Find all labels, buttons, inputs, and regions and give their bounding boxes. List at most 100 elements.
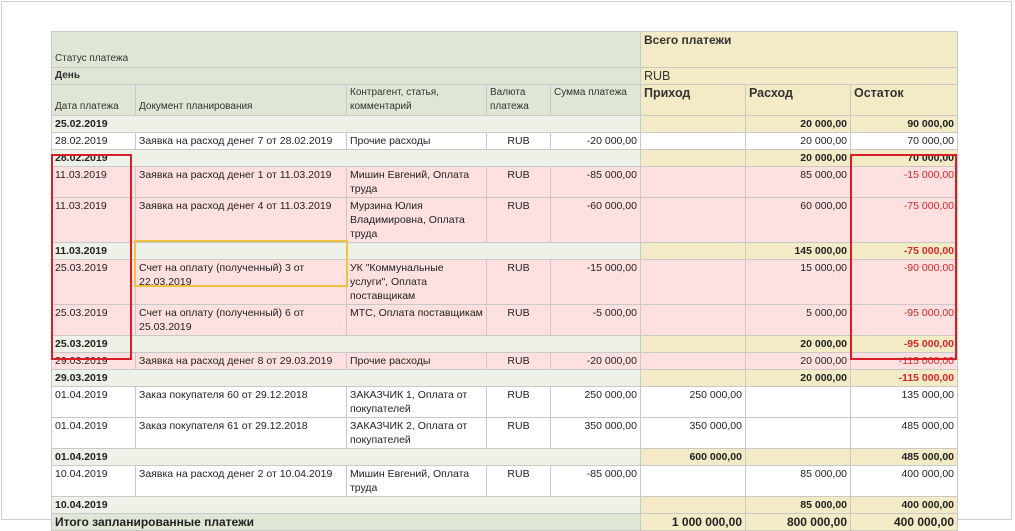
group-row[interactable]: 28.02.2019 20 000,00 70 000,00 (51, 149, 959, 167)
group-income (640, 369, 746, 387)
counterparty-cell: ЗАКАЗЧИК 1, Оплата от покупателей (346, 386, 487, 418)
payment-date[interactable]: 10.04.2019 (51, 465, 136, 497)
group-balance: 400 000,00 (849, 496, 959, 514)
amount-cell: 250 000,00 (550, 386, 641, 418)
balance-cell: -90 000,00 (849, 259, 959, 305)
payment-date[interactable]: 29.03.2019 (51, 352, 136, 370)
col-header-expense[interactable]: Расход (745, 84, 851, 116)
planning-document-link[interactable]: Заявка на расход денег 8 от 29.03.2019 (135, 352, 347, 370)
expense-cell: 20 000,00 (745, 132, 851, 150)
total-row: Итого запланированные платежи 1 000 000,0… (51, 513, 959, 531)
payment-date[interactable]: 01.04.2019 (51, 386, 136, 418)
amount-cell: -20 000,00 (550, 132, 641, 150)
balance-cell: -115 000,00 (849, 352, 959, 370)
payment-row[interactable]: 29.03.2019 Заявка на расход денег 8 от 29… (51, 352, 959, 370)
col-header-amount[interactable]: Сумма платежа (550, 84, 641, 116)
planning-document-link[interactable]: Счет на оплату (полученный) 3 от 22.03.2… (135, 259, 347, 305)
amount-cell: -60 000,00 (550, 197, 641, 243)
planning-document-link[interactable]: Заявка на расход денег 7 от 28.02.2019 (135, 132, 347, 150)
group-balance: 485 000,00 (849, 448, 959, 466)
balance-cell: -95 000,00 (849, 304, 959, 336)
counterparty-cell: ЗАКАЗЧИК 2, Оплата от покупателей (346, 417, 487, 449)
balance-cell: 135 000,00 (849, 386, 959, 418)
payment-date[interactable]: 01.04.2019 (51, 417, 136, 449)
col-header-document[interactable]: Документ планирования (135, 84, 347, 116)
group-income: 600 000,00 (640, 448, 746, 466)
group-row[interactable]: 29.03.2019 20 000,00 -115 000,00 (51, 369, 959, 387)
group-expense: 20 000,00 (745, 369, 851, 387)
counterparty-cell: Мурзина Юлия Владимировна, Оплата труда (346, 197, 487, 243)
expense-cell: 5 000,00 (745, 304, 851, 336)
col-header-counterparty[interactable]: Контрагент, статья, комментарий (346, 84, 487, 116)
counterparty-cell: Мишин Евгений, Оплата труда (346, 166, 487, 198)
payment-row[interactable]: 11.03.2019 Заявка на расход денег 4 от 11… (51, 197, 959, 243)
group-date: 11.03.2019 (51, 242, 641, 260)
amount-cell: -85 000,00 (550, 166, 641, 198)
group-date: 28.02.2019 (51, 149, 641, 167)
group-expense: 145 000,00 (745, 242, 851, 260)
currency-cell: RUB (486, 197, 551, 243)
group-income (640, 149, 746, 167)
counterparty-cell: Мишин Евгений, Оплата труда (346, 465, 487, 497)
payment-row[interactable]: 01.04.2019 Заказ покупателя 61 от 29.12.2… (51, 417, 959, 449)
counterparty-cell: Прочие расходы (346, 132, 487, 150)
expense-cell (745, 417, 851, 449)
income-cell: 350 000,00 (640, 417, 746, 449)
payment-date[interactable]: 25.03.2019 (51, 259, 136, 305)
payment-date[interactable]: 28.02.2019 (51, 132, 136, 150)
income-cell (640, 166, 746, 198)
currency-cell: RUB (486, 465, 551, 497)
col-header-date[interactable]: Дата платежа (51, 84, 136, 116)
expense-cell: 85 000,00 (745, 166, 851, 198)
payment-date[interactable]: 25.03.2019 (51, 304, 136, 336)
planning-document-link[interactable]: Заказ покупателя 61 от 29.12.2018 (135, 417, 347, 449)
group-balance: 90 000,00 (849, 115, 959, 133)
planning-document-link[interactable]: Заявка на расход денег 4 от 11.03.2019 (135, 197, 347, 243)
currency-cell: RUB (486, 386, 551, 418)
currency-header: RUB (639, 67, 959, 85)
payment-date[interactable]: 11.03.2019 (51, 197, 136, 243)
group-row[interactable]: 25.03.2019 20 000,00 -95 000,00 (51, 335, 959, 353)
col-header-income[interactable]: Приход (640, 84, 746, 116)
counterparty-cell: МТС, Оплата поставщикам (346, 304, 487, 336)
group-row[interactable]: 01.04.2019 600 000,00 485 000,00 (51, 448, 959, 466)
planning-document-link[interactable]: Заявка на расход денег 2 от 10.04.2019 (135, 465, 347, 497)
payment-row[interactable]: 01.04.2019 Заказ покупателя 60 от 29.12.2… (51, 386, 959, 418)
group-income (640, 335, 746, 353)
amount-cell: -15 000,00 (550, 259, 641, 305)
payment-row[interactable]: 10.04.2019 Заявка на расход денег 2 от 10… (51, 465, 959, 497)
group-income (640, 242, 746, 260)
payment-row[interactable]: 25.03.2019 Счет на оплату (полученный) 3 … (51, 259, 959, 305)
planning-document-link[interactable]: Счет на оплату (полученный) 6 от 25.03.2… (135, 304, 347, 336)
counterparty-cell: Прочие расходы (346, 352, 487, 370)
group-row[interactable]: 25.02.2019 20 000,00 90 000,00 (51, 115, 959, 133)
group-row[interactable]: 11.03.2019 145 000,00 -75 000,00 (51, 242, 959, 260)
planning-document-link[interactable]: Заявка на расход денег 1 от 11.03.2019 (135, 166, 347, 198)
col-header-currency[interactable]: Валюта платежа (486, 84, 551, 116)
group-balance: -95 000,00 (849, 335, 959, 353)
payment-row[interactable]: 11.03.2019 Заявка на расход денег 1 от 11… (51, 166, 959, 198)
currency-cell: RUB (486, 132, 551, 150)
income-cell (640, 259, 746, 305)
group-balance: -115 000,00 (849, 369, 959, 387)
group-date: 10.04.2019 (51, 496, 641, 514)
planning-document-link[interactable]: Заказ покупателя 60 от 29.12.2018 (135, 386, 347, 418)
expense-cell (745, 386, 851, 418)
amount-cell: -85 000,00 (550, 465, 641, 497)
income-cell (640, 304, 746, 336)
col-header-balance[interactable]: Остаток (849, 84, 959, 116)
payment-calendar-report: Статус платежа Всего платежи День RUB Да… (51, 31, 959, 531)
expense-cell: 85 000,00 (745, 465, 851, 497)
payment-row[interactable]: 25.03.2019 Счет на оплату (полученный) 6 … (51, 304, 959, 336)
group-date: 25.03.2019 (51, 335, 641, 353)
total-balance: 400 000,00 (849, 513, 959, 531)
payment-date[interactable]: 11.03.2019 (51, 166, 136, 198)
income-cell (640, 197, 746, 243)
group-date: 29.03.2019 (51, 369, 641, 387)
counterparty-cell: УК "Коммунальные услуги", Оплата поставщ… (346, 259, 487, 305)
group-row[interactable]: 10.04.2019 85 000,00 400 000,00 (51, 496, 959, 514)
currency-cell: RUB (486, 166, 551, 198)
currency-cell: RUB (486, 259, 551, 305)
group-income (640, 115, 746, 133)
payment-row[interactable]: 28.02.2019 Заявка на расход денег 7 от 28… (51, 132, 959, 150)
